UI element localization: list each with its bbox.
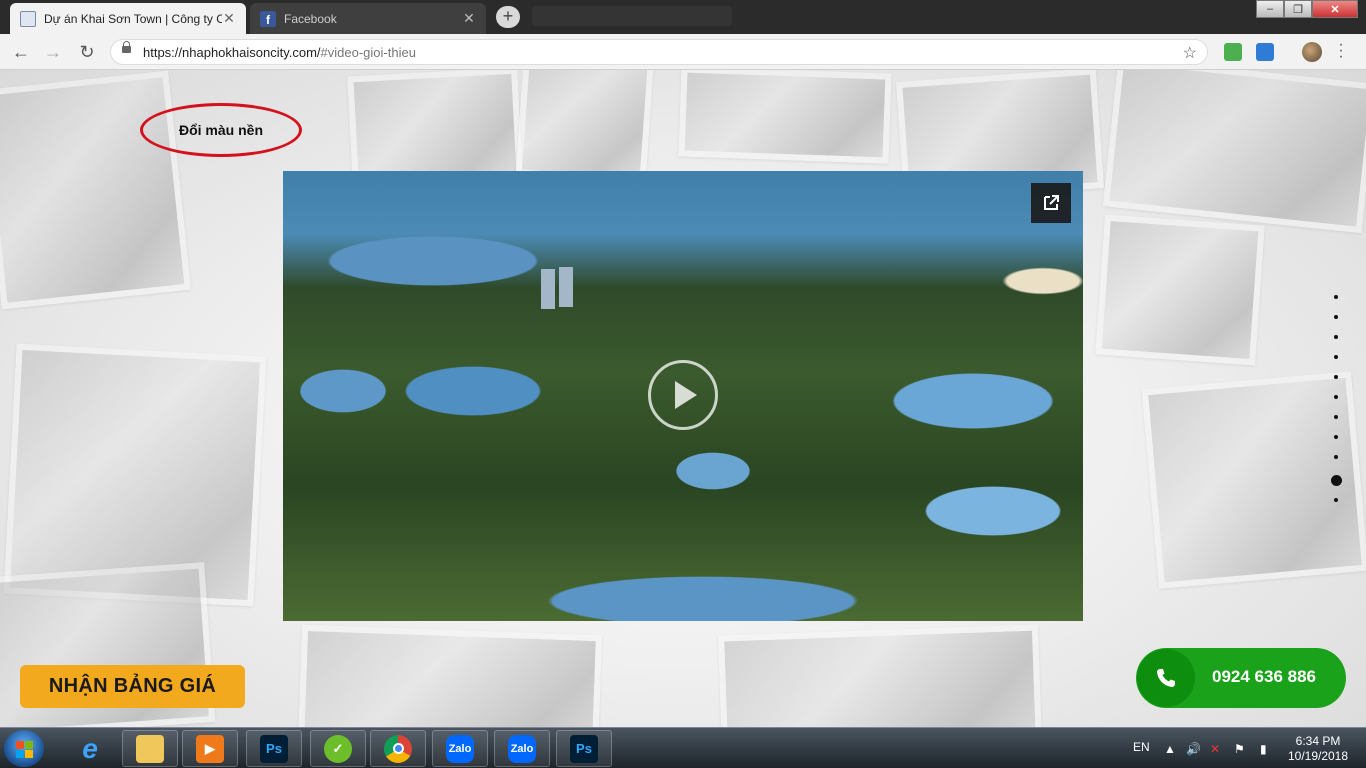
section-dot[interactable] [1334,295,1338,299]
start-button[interactable] [4,730,44,767]
tab-strip: Dự án Khai Sơn Town | Công ty C ✕ f Face… [0,0,1366,34]
get-price-list-button[interactable]: NHẬN BẢNG GIÁ [20,665,245,708]
clock-date: 10/19/2018 [1287,749,1349,763]
open-external-icon [1044,195,1059,210]
change-background-label: Đổi màu nền [178,122,263,138]
background-photo [678,70,892,164]
taskbar-photoshop[interactable]: Ps [246,730,302,767]
maximize-button[interactable]: ❐ [1284,0,1312,18]
phone-icon [1137,649,1195,707]
windows-taskbar: e ▶ Ps ✓ Zalo Zalo Ps EN ▲ 🔊 ✕ ⚑ ▮ 6:34 … [0,727,1366,768]
intro-video-player[interactable] [283,171,1083,621]
taskbar-chrome[interactable] [370,730,426,767]
taskbar-internet-explorer[interactable]: e [62,730,118,767]
reload-icon[interactable]: ↻ [76,42,98,62]
power-icon[interactable]: ▮ [1260,742,1267,756]
taskbar-photoshop[interactable]: Ps [556,730,612,767]
show-hidden-icons-icon[interactable]: ▲ [1164,742,1176,756]
background-photo [347,70,523,187]
zalo-icon: Zalo [508,734,536,763]
bookmark-star-icon[interactable]: ☆ [1183,43,1197,63]
blurred-tab [532,6,732,26]
forward-arrow-icon[interactable]: → [42,42,64,62]
taskbar-coccoc[interactable]: ✓ [310,730,366,767]
profile-avatar[interactable] [1302,42,1322,62]
tab-title: Facebook [284,11,337,26]
url-text: https://nhaphokhaisoncity.com/#video-gio… [143,45,416,60]
windows-logo-icon [16,741,24,749]
facebook-icon: f [260,10,276,27]
language-indicator[interactable]: EN [1133,740,1150,754]
background-photo [1095,214,1265,366]
extension-icon[interactable] [1224,43,1242,61]
video-frame-detail [541,269,555,309]
change-background-toggle[interactable]: Đổi màu nền [140,103,302,157]
background-photo [515,70,655,185]
browser-toolbar: ← → ↻ https://nhaphokhaisoncity.com/#vid… [0,34,1366,70]
tab-facebook[interactable]: f Facebook ✕ [250,3,486,34]
close-icon[interactable]: ✕ [222,10,236,27]
video-frame-detail [559,267,573,307]
section-dot[interactable] [1334,355,1338,359]
hotline-number: 0924 636 886 [1212,667,1316,686]
new-tab-button[interactable]: + [496,6,520,28]
tab-title: Dự án Khai Sơn Town | Công ty C [44,11,222,26]
taskbar-file-explorer[interactable] [122,730,178,767]
section-dot[interactable] [1334,395,1338,399]
section-dot[interactable] [1334,315,1338,319]
media-player-icon: ▶ [196,734,224,763]
section-dot[interactable] [1334,415,1338,419]
zalo-icon: Zalo [446,734,474,763]
taskbar-zalo[interactable]: Zalo [432,730,488,767]
section-dot-active[interactable] [1330,475,1342,486]
background-photo [1102,70,1366,234]
window-controls: – ❐ ✕ [1256,0,1358,18]
back-arrow-icon[interactable]: ← [10,42,32,62]
section-dot[interactable] [1334,435,1338,439]
photoshop-icon: Ps [570,734,598,763]
lock-icon [122,41,131,53]
section-dot[interactable] [1334,498,1338,502]
chrome-icon [384,734,412,763]
window-close-button[interactable]: ✕ [1312,0,1358,18]
background-photo [718,624,1042,727]
action-center-icon[interactable]: ⚑ [1234,742,1245,756]
play-button[interactable] [648,360,718,430]
coccoc-icon: ✓ [324,734,352,763]
section-dot[interactable] [1334,375,1338,379]
system-clock[interactable]: 6:34 PM 10/19/2018 [1286,734,1350,764]
network-icon[interactable]: ✕ [1210,742,1220,756]
price-button-label: NHẬN BẢNG GIÁ [48,675,217,697]
minimize-button[interactable]: – [1256,0,1284,18]
folder-icon [136,734,164,763]
background-photo [0,70,191,310]
section-dot[interactable] [1334,335,1338,339]
taskbar-zalo-notifications[interactable]: Zalo [494,730,550,767]
menu-icon[interactable]: · · · [1336,37,1346,65]
internet-explorer-icon: e [82,732,98,764]
close-icon[interactable]: ✕ [462,10,476,27]
hotline-button[interactable]: 0924 636 886 [1136,648,1346,708]
clock-time: 6:34 PM [1295,734,1341,748]
taskbar-media-player[interactable]: ▶ [182,730,238,767]
open-external-button[interactable] [1031,183,1071,223]
section-dot[interactable] [1334,455,1338,459]
photoshop-icon: Ps [260,734,288,763]
section-navigation [1330,295,1342,518]
background-photo [297,624,603,727]
tab-khai-son-town[interactable]: Dự án Khai Sơn Town | Công ty C ✕ [10,3,246,34]
address-bar[interactable]: https://nhaphokhaisoncity.com/#video-gio… [110,39,1208,65]
page-icon [20,10,36,27]
page-viewport: Đổi màu nền NHẬN BẢNG GIÁ 0924 636 886 [0,70,1366,727]
extension-icon[interactable] [1256,43,1274,61]
volume-icon[interactable]: 🔊 [1186,742,1201,756]
